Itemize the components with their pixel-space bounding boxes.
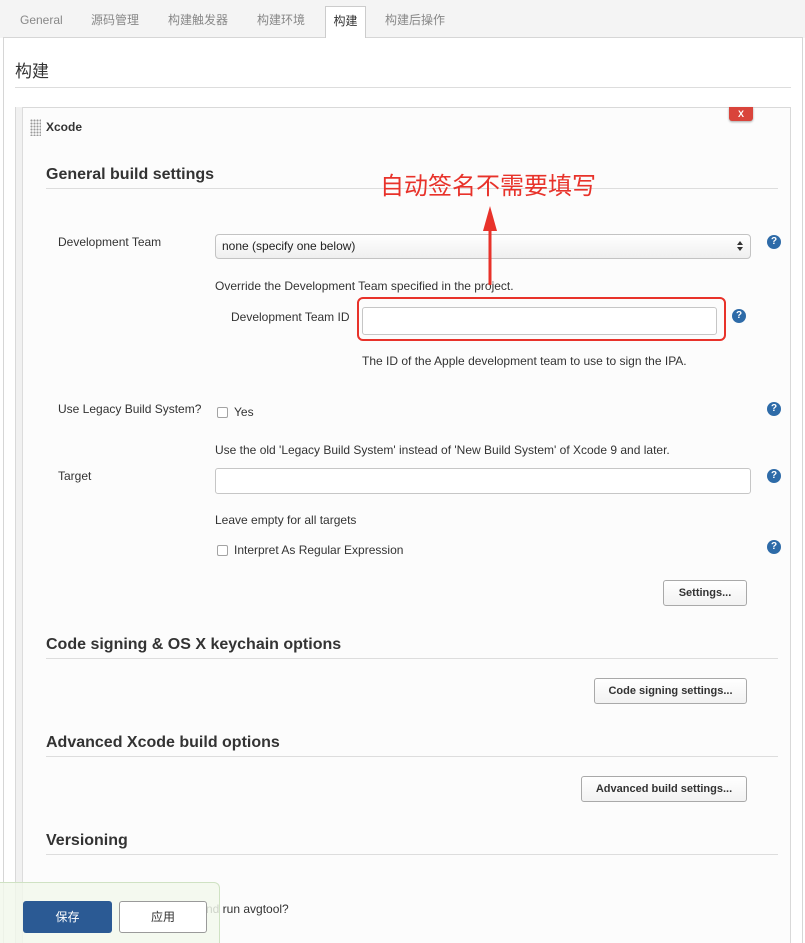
development-team-id-hint: The ID of the Apple development team to … <box>362 354 687 368</box>
regex-checkbox[interactable] <box>217 545 228 556</box>
settings-button[interactable]: Settings... <box>663 580 747 606</box>
advanced-build-settings-button[interactable]: Advanced build settings... <box>581 776 747 802</box>
help-icon[interactable]: ? <box>767 469 781 483</box>
legacy-build-system-checkbox[interactable] <box>217 407 228 418</box>
bottom-action-bar: 保存 应用 <box>0 882 220 943</box>
legacy-build-system-checkbox-label: Yes <box>234 405 254 419</box>
development-team-hint: Override the Development Team specified … <box>215 279 514 293</box>
advanced-build-options-heading: Advanced Xcode build options <box>46 734 280 751</box>
target-input[interactable] <box>215 468 751 494</box>
versioning-divider <box>46 854 778 855</box>
annotation-highlight-box <box>357 297 726 341</box>
arrow-head <box>483 206 497 231</box>
code-signing-divider <box>46 658 778 659</box>
drag-handle-icon[interactable] <box>30 119 41 136</box>
tab-post-build-actions[interactable]: 构建后操作 <box>385 6 445 38</box>
delete-step-button[interactable]: X <box>729 107 753 121</box>
regex-checkbox-label: Interpret As Regular Expression <box>234 543 404 557</box>
up-arrow-icon <box>483 206 497 285</box>
tab-build-triggers[interactable]: 构建触发器 <box>168 6 228 38</box>
general-build-settings-heading: General build settings <box>46 166 215 183</box>
target-hint: Leave empty for all targets <box>215 513 357 527</box>
build-step-left-bar <box>15 107 23 943</box>
save-button[interactable]: 保存 <box>23 901 112 933</box>
xcode-build-step <box>15 107 791 943</box>
code-signing-heading: Code signing & OS X keychain options <box>46 636 342 653</box>
build-step-title: Xcode <box>46 120 83 134</box>
legacy-build-system-label: Use Legacy Build System? <box>58 402 202 416</box>
help-icon[interactable]: ? <box>767 402 781 416</box>
advanced-options-divider <box>46 756 778 757</box>
section-title: 构建 <box>15 62 49 81</box>
tab-source-code-management[interactable]: 源码管理 <box>91 6 139 38</box>
versioning-heading: Versioning <box>46 832 128 849</box>
help-icon[interactable]: ? <box>767 540 781 554</box>
development-team-label: Development Team <box>58 235 162 249</box>
legacy-build-system-hint: Use the old 'Legacy Build System' instea… <box>215 443 670 457</box>
apply-button[interactable]: 应用 <box>119 901 207 933</box>
tab-general[interactable]: General <box>20 6 63 38</box>
target-label: Target <box>58 469 92 483</box>
annotation-text: 自动签名不需要填写 <box>380 173 596 200</box>
code-signing-settings-button[interactable]: Code signing settings... <box>594 678 747 704</box>
up-down-arrows-icon <box>737 241 744 252</box>
tab-build-environment[interactable]: 构建环境 <box>257 6 305 38</box>
help-icon[interactable]: ? <box>767 235 781 249</box>
tab-build[interactable]: 构建 <box>325 6 366 38</box>
development-team-selected-value: none (specify one below) <box>222 239 356 253</box>
help-icon[interactable]: ? <box>732 309 746 323</box>
development-team-id-label: Development Team ID <box>231 310 350 324</box>
section-divider <box>15 87 791 88</box>
